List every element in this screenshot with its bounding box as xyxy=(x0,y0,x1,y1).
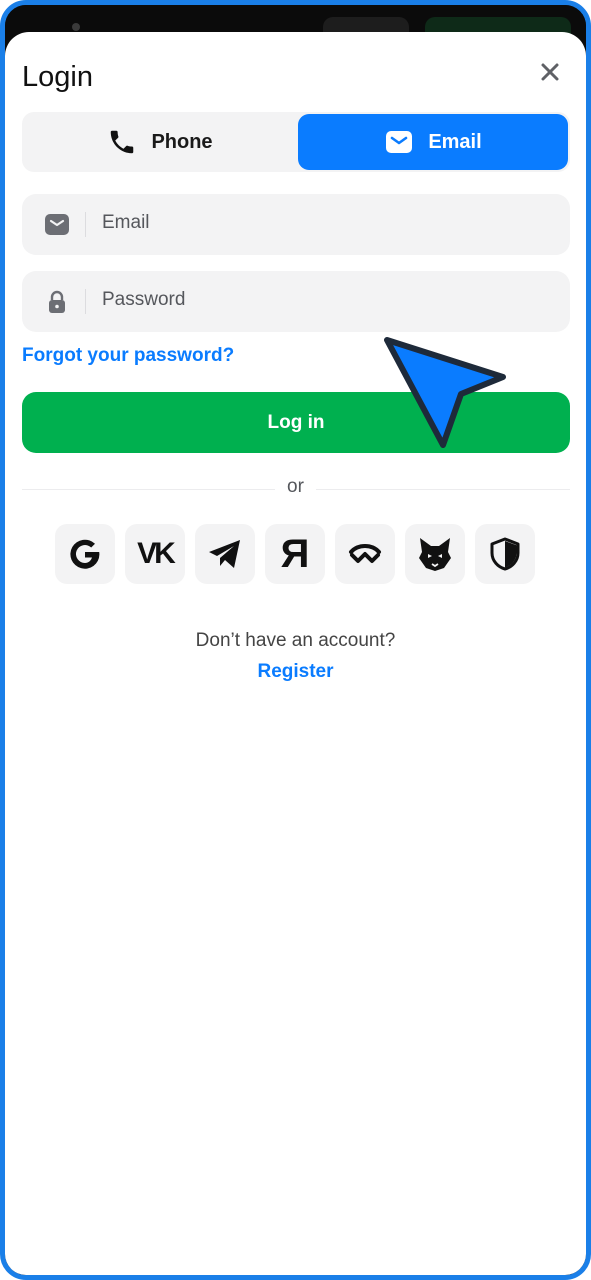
divider-left xyxy=(22,489,275,490)
telegram-login-button[interactable] xyxy=(195,524,255,584)
walletconnect-login-button[interactable] xyxy=(335,524,395,584)
no-account-text: Don’t have an account? xyxy=(195,630,396,651)
forgot-password-link[interactable]: Forgot your password? xyxy=(22,345,234,367)
metamask-login-button[interactable] xyxy=(405,524,465,584)
google-login-button[interactable] xyxy=(55,524,115,584)
field-divider xyxy=(85,212,86,237)
device-frame: Login Phone Email Email Password Forgot … xyxy=(0,0,591,1280)
field-divider xyxy=(85,289,86,314)
tab-phone[interactable]: Phone xyxy=(24,114,296,170)
google-icon xyxy=(70,539,100,569)
yandex-login-button[interactable]: Я xyxy=(265,524,325,584)
shield-login-button[interactable] xyxy=(475,524,535,584)
vk-icon: VK xyxy=(137,537,176,570)
divider-right xyxy=(316,489,570,490)
email-placeholder: Email xyxy=(102,212,150,233)
tab-email[interactable]: Email xyxy=(298,114,568,170)
divider-label: or xyxy=(287,476,304,497)
phone-icon xyxy=(111,130,134,154)
lock-icon xyxy=(49,290,65,313)
telegram-icon xyxy=(209,540,240,568)
yandex-icon: Я xyxy=(280,532,310,576)
register-link[interactable]: Register xyxy=(5,661,586,683)
page-title: Login xyxy=(22,61,93,93)
login-sheet: Login Phone Email Email Password Forgot … xyxy=(5,32,586,1275)
fox-icon xyxy=(419,538,451,571)
camera-dot xyxy=(72,23,80,31)
close-icon[interactable] xyxy=(535,57,565,87)
pointer-cursor-icon xyxy=(384,337,506,448)
vk-login-button[interactable]: VK xyxy=(125,524,185,584)
mail-icon xyxy=(45,214,69,235)
social-login-row: VK Я xyxy=(55,524,535,584)
tab-phone-label: Phone xyxy=(151,130,213,153)
email-field[interactable]: Email xyxy=(22,194,570,255)
mail-icon xyxy=(386,131,413,153)
walletconnect-icon xyxy=(349,544,381,563)
password-placeholder: Password xyxy=(102,289,186,310)
tab-email-label: Email xyxy=(428,130,482,153)
password-field[interactable]: Password xyxy=(22,271,570,332)
login-method-switch: Phone Email xyxy=(22,112,570,172)
shield-icon xyxy=(490,537,520,571)
